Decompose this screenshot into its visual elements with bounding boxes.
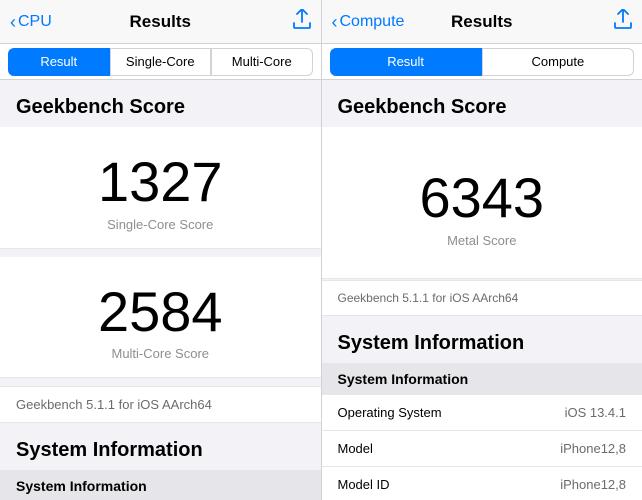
right-back-label: Compute [340, 13, 405, 31]
left-nav-panel: ‹ CPU Results [0, 0, 322, 43]
left-score-single: 1327 Single-Core Score [0, 127, 321, 249]
right-tab-compute[interactable]: Compute [482, 48, 634, 76]
left-sys-info-sub: System Information [0, 470, 321, 500]
left-single-core-score: 1327 [16, 151, 305, 213]
right-os-key: Operating System [338, 405, 442, 420]
left-sys-info-title: System Information [0, 423, 321, 470]
right-nav-title: Results [451, 12, 512, 32]
right-score-metal: 6343 Metal Score [322, 127, 642, 279]
left-back-label: CPU [18, 13, 52, 31]
right-tab-panel: Result Compute [322, 44, 642, 79]
left-tab-panel: Result Single-Core Multi-Core [0, 44, 322, 79]
left-geekbench-version: Geekbench 5.1.1 for iOS AArch64 [0, 386, 321, 423]
left-chevron-icon: ‹ [10, 13, 16, 31]
right-back-button[interactable]: ‹ Compute [332, 13, 405, 31]
right-model-id-row: Model ID iPhone12,8 [322, 467, 642, 500]
left-back-button[interactable]: ‹ CPU [10, 13, 52, 31]
right-os-val: iOS 13.4.1 [565, 405, 626, 420]
left-multi-core-score: 2584 [16, 281, 305, 343]
right-metal-label: Metal Score [338, 233, 627, 248]
left-multi-core-label: Multi-Core Score [16, 346, 305, 361]
right-section-title: Geekbench Score [322, 80, 642, 127]
left-tab-result[interactable]: Result [8, 48, 110, 76]
right-model-val: iPhone12,8 [560, 441, 626, 456]
top-nav: ‹ CPU Results ‹ Compute Results [0, 0, 642, 44]
left-share-button[interactable] [293, 9, 311, 34]
right-model-key: Model [338, 441, 373, 456]
left-tab-multi-core[interactable]: Multi-Core [211, 48, 313, 76]
right-sys-info-title: System Information [322, 316, 642, 363]
right-os-row: Operating System iOS 13.4.1 [322, 395, 642, 431]
right-model-id-val: iPhone12,8 [560, 477, 626, 492]
right-metal-score: 6343 [338, 167, 627, 229]
right-model-id-key: Model ID [338, 477, 390, 492]
left-content-panel: Geekbench Score 1327 Single-Core Score 2… [0, 80, 322, 500]
right-share-button[interactable] [614, 9, 632, 34]
tab-bar: Result Single-Core Multi-Core Result Com… [0, 44, 642, 80]
right-nav-panel: ‹ Compute Results [322, 0, 642, 43]
left-score-multi: 2584 Multi-Core Score [0, 257, 321, 379]
right-model-row: Model iPhone12,8 [322, 431, 642, 467]
right-geekbench-version: Geekbench 5.1.1 for iOS AArch64 [322, 280, 642, 316]
right-content-panel: Geekbench Score 6343 Metal Score Geekben… [322, 80, 642, 500]
left-tab-single-core[interactable]: Single-Core [110, 48, 212, 76]
left-nav-title: Results [130, 12, 191, 32]
right-tab-result[interactable]: Result [330, 48, 482, 76]
content-area: Geekbench Score 1327 Single-Core Score 2… [0, 80, 642, 500]
right-chevron-icon: ‹ [332, 13, 338, 31]
right-sys-info-sub: System Information [322, 363, 642, 395]
left-single-core-label: Single-Core Score [16, 217, 305, 232]
left-section-title: Geekbench Score [0, 80, 321, 127]
